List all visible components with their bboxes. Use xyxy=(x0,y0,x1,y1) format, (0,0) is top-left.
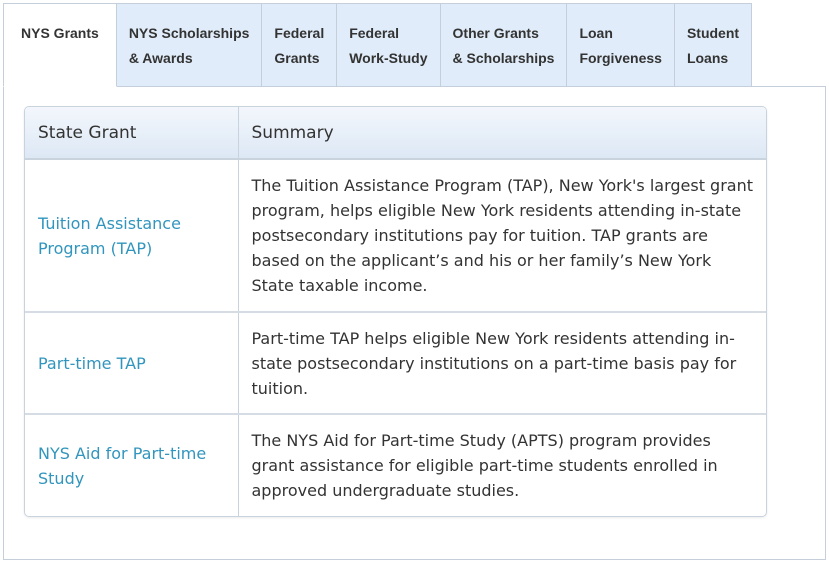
grants-table: State Grant Summary Tuition Assistance P… xyxy=(25,107,766,516)
tab-label: Work-Study xyxy=(349,50,428,66)
tab-student-loans[interactable]: Student Loans xyxy=(674,3,753,87)
tab-label: Loans xyxy=(686,50,729,66)
tab-label: Grants xyxy=(274,50,320,66)
grant-summary-cell: The Tuition Assistance Program (TAP), Ne… xyxy=(251,176,754,295)
grant-name-cell: Part-time TAP xyxy=(25,311,239,414)
grant-link-tap[interactable]: Tuition Assistance Program (TAP) xyxy=(38,214,181,258)
tab-other-grants-scholarships[interactable]: Other Grants & Scholarships xyxy=(440,3,568,87)
tab-label: Student xyxy=(686,25,740,41)
tab-nys-scholarships-awards[interactable]: NYS Scholarships & Awards xyxy=(116,3,263,87)
tab-bar: NYS Grants NYS Scholarships & Awards Fed… xyxy=(3,3,753,87)
tab-label: & Awards xyxy=(128,50,193,66)
tab-label: Forgiveness xyxy=(579,50,662,66)
tab-label: Federal xyxy=(274,25,325,41)
column-header-state-grant: State Grant xyxy=(25,107,239,160)
table-row: NYS Aid for Part-time Study The NYS Aid … xyxy=(25,413,766,516)
grant-name-cell: NYS Aid for Part-time Study xyxy=(25,413,239,516)
grant-link-apts[interactable]: NYS Aid for Part-time Study xyxy=(38,444,206,488)
tab-panel: State Grant Summary Tuition Assistance P… xyxy=(3,86,826,560)
grant-summary-cell: Part-time TAP helps eligible New York re… xyxy=(238,311,766,414)
table-header-row: State Grant Summary xyxy=(25,107,766,160)
tab-label: Federal xyxy=(349,25,400,41)
tab-label: Other Grants xyxy=(452,25,539,41)
tab-label: & Scholarships xyxy=(452,50,555,66)
tab-label: NYS Grants xyxy=(21,25,99,41)
table-row: Tuition Assistance Program (TAP) The Tui… xyxy=(25,159,766,312)
grants-table-container: State Grant Summary Tuition Assistance P… xyxy=(24,106,767,517)
table-row: Part-time TAP Part-time TAP helps eligib… xyxy=(25,311,766,414)
grant-name-cell: Tuition Assistance Program (TAP) xyxy=(25,159,239,312)
grant-summary-cell: The NYS Aid for Part-time Study (APTS) p… xyxy=(238,413,766,516)
grant-link-part-time-tap[interactable]: Part-time TAP xyxy=(38,354,146,373)
tab-label: Loan xyxy=(579,25,613,41)
tab-loan-forgiveness[interactable]: Loan Forgiveness xyxy=(567,3,675,87)
tab-nys-grants[interactable]: NYS Grants xyxy=(3,3,117,87)
tab-label: NYS Scholarships xyxy=(128,25,250,41)
tab-federal-work-study[interactable]: Federal Work-Study xyxy=(337,3,441,87)
tab-federal-grants[interactable]: Federal Grants xyxy=(262,3,338,87)
column-header-summary: Summary xyxy=(238,107,766,160)
